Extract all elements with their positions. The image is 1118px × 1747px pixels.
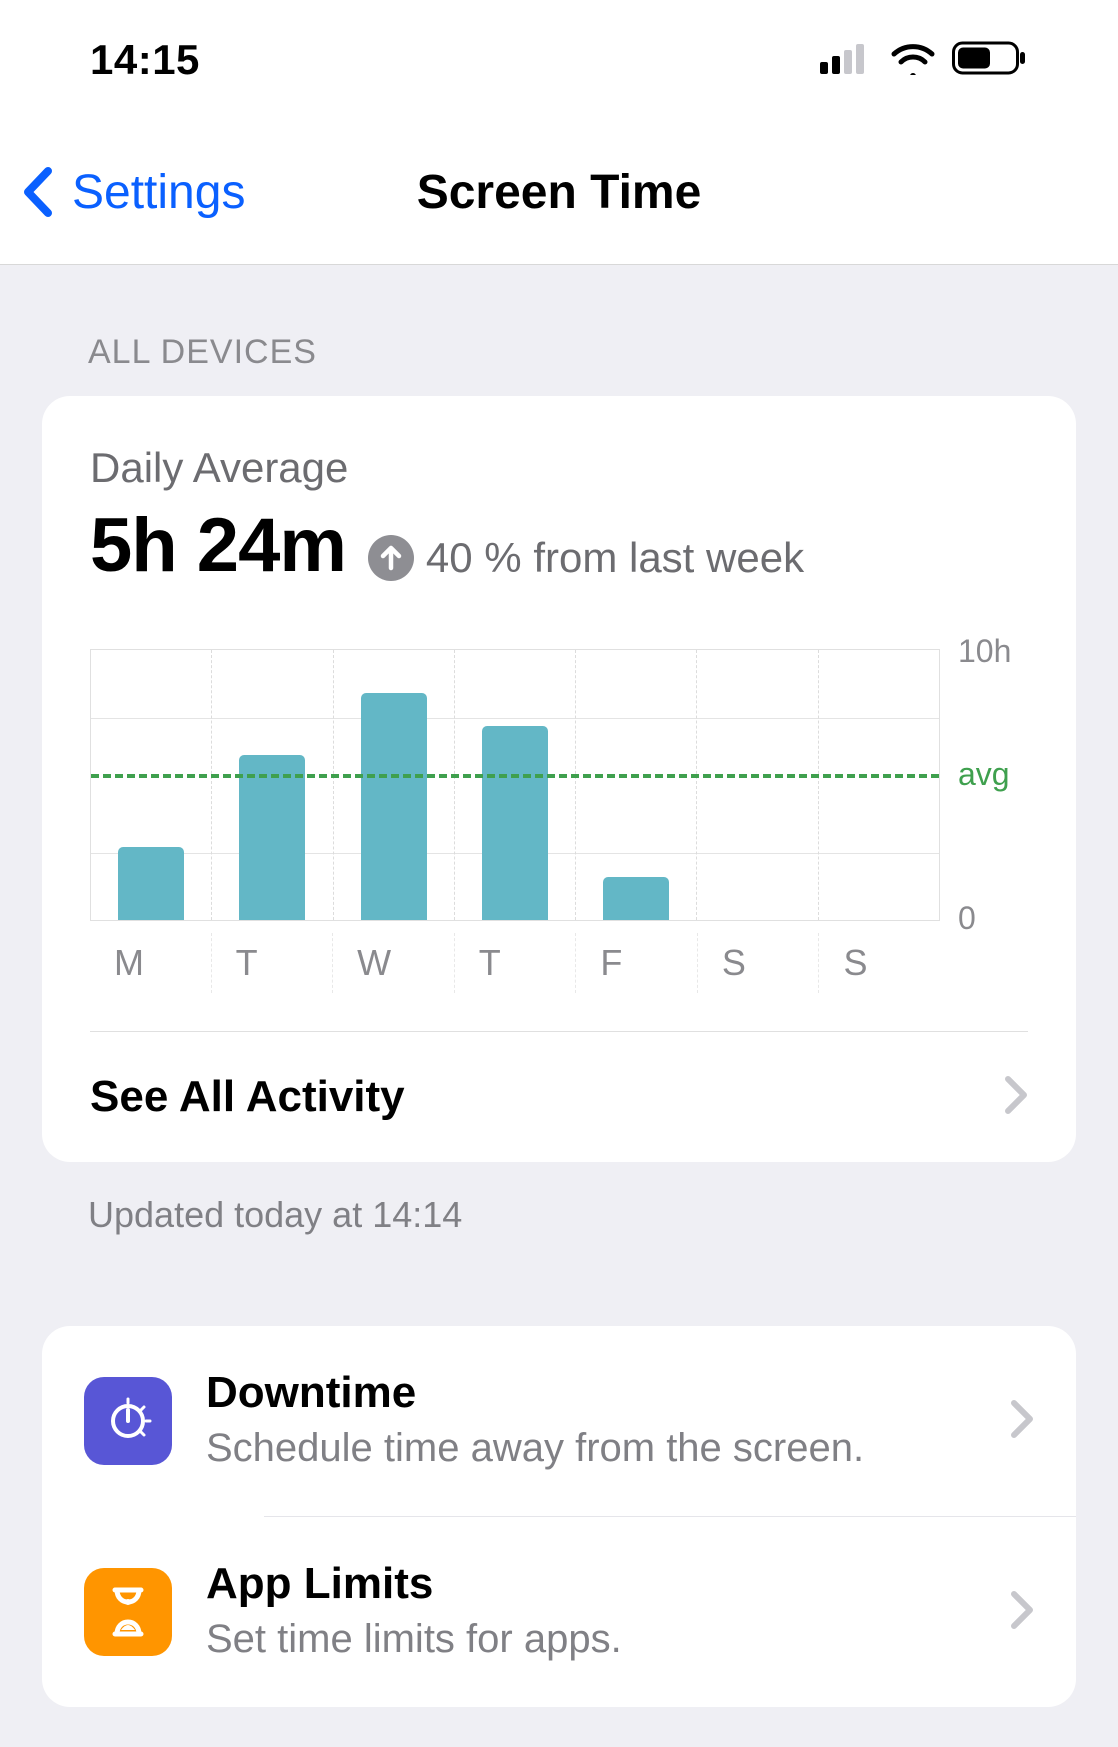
content-area: ALL DEVICES Daily Average 5h 24m 40 % fr… (0, 265, 1118, 1747)
daily-average-value: 5h 24m (90, 502, 346, 589)
daily-average-label: Daily Average (90, 444, 1028, 492)
wifi-icon (890, 41, 936, 80)
trend-indicator: 40 % from last week (368, 534, 804, 582)
options-list: Downtime Schedule time away from the scr… (42, 1326, 1076, 1707)
chevron-right-icon (1010, 1590, 1034, 1635)
arrow-up-icon (368, 535, 414, 581)
app-limits-title: App Limits (206, 1559, 976, 1609)
x-axis-tick: F (576, 933, 698, 993)
downtime-title: Downtime (206, 1368, 976, 1418)
chart-bar (91, 650, 212, 920)
x-axis-tick: T (212, 933, 334, 993)
status-indicators (820, 40, 1028, 81)
y-axis-top-label: 10h (958, 633, 1011, 670)
page-title: Screen Time (417, 165, 702, 220)
x-axis-tick: M (90, 933, 212, 993)
status-bar: 14:15 (0, 0, 1118, 120)
navigation-bar: Settings Screen Time (0, 120, 1118, 265)
hourglass-icon (84, 1568, 172, 1656)
back-chevron-icon[interactable] (20, 163, 54, 221)
app-limits-subtitle: Set time limits for apps. (206, 1613, 976, 1665)
battery-icon (952, 40, 1028, 81)
see-all-activity-label: See All Activity (90, 1072, 405, 1122)
x-axis-tick: W (333, 933, 455, 993)
app-limits-row[interactable]: App Limits Set time limits for apps. (42, 1517, 1076, 1707)
trend-text: 40 % from last week (426, 534, 804, 582)
y-axis-bottom-label: 0 (958, 900, 976, 937)
y-axis-avg-label: avg (958, 756, 1010, 793)
chart-bar (576, 650, 697, 920)
section-header-all-devices: ALL DEVICES (0, 315, 1118, 396)
downtime-icon (84, 1377, 172, 1465)
cellular-signal-icon (820, 42, 874, 79)
back-button[interactable]: Settings (72, 165, 245, 220)
chevron-right-icon (1004, 1075, 1028, 1120)
status-time: 14:15 (90, 36, 200, 84)
chart-bar (697, 650, 818, 920)
x-axis-tick: T (455, 933, 577, 993)
usage-chart: 10h avg 0 (90, 649, 1028, 921)
x-axis-tick: S (819, 933, 940, 993)
x-axis-tick: S (698, 933, 820, 993)
downtime-subtitle: Schedule time away from the screen. (206, 1422, 976, 1474)
chart-bar (819, 650, 939, 920)
chart-bar (455, 650, 576, 920)
chart-bar (334, 650, 455, 920)
see-all-activity-row[interactable]: See All Activity (42, 1032, 1076, 1162)
usage-summary-card: Daily Average 5h 24m 40 % from last week (42, 396, 1076, 1162)
chevron-right-icon (1010, 1399, 1034, 1444)
downtime-row[interactable]: Downtime Schedule time away from the scr… (42, 1326, 1076, 1516)
updated-timestamp: Updated today at 14:14 (0, 1162, 1118, 1236)
chart-bar (212, 650, 333, 920)
